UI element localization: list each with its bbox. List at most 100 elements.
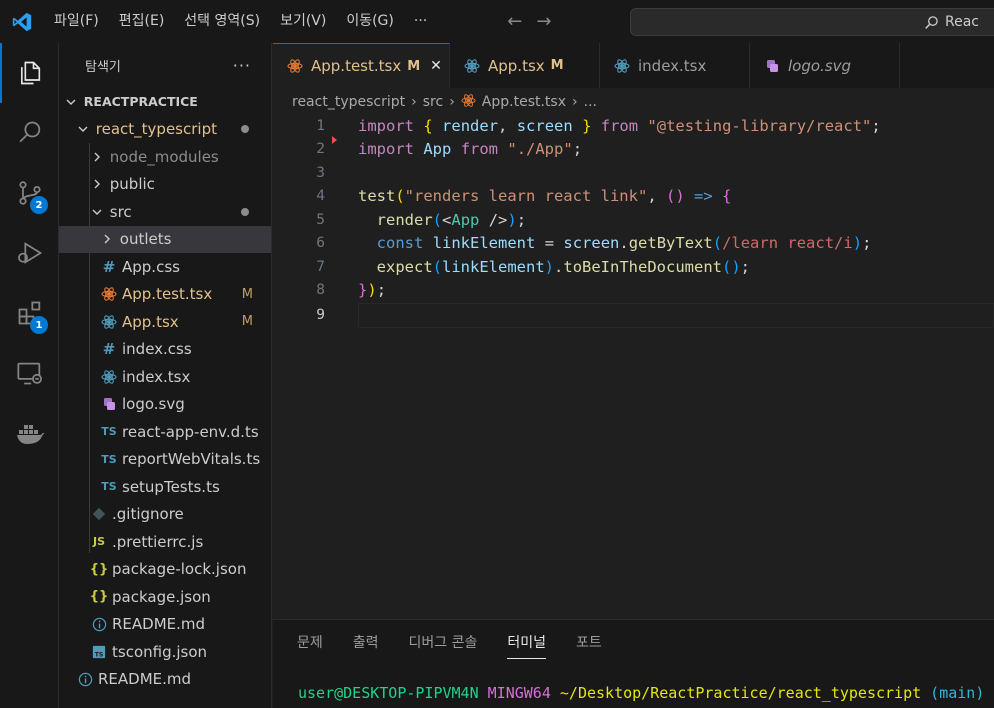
ts-icon: TS (101, 480, 117, 494)
run-debug-icon (17, 242, 42, 264)
tree-item-label: react-app-env.d.ts (122, 422, 259, 441)
terminal-branch: (main) (930, 684, 985, 702)
chevron-right-icon (89, 178, 105, 190)
tab-terminal[interactable]: 터미널 (507, 632, 547, 659)
tree-item-label: setupTests.ts (122, 477, 220, 496)
code-text: expect(linkElement).toBeInTheDocument(); (376, 257, 751, 276)
modified-badge: M (550, 58, 564, 73)
line-number: 6 (316, 235, 325, 252)
more-actions-icon[interactable]: ··· (233, 56, 251, 75)
close-icon[interactable]: ✕ (430, 58, 442, 74)
tree-item[interactable]: JS .prettierrc.js (59, 528, 271, 556)
tree-item[interactable]: TS setupTests.ts (59, 473, 271, 501)
menu-file[interactable]: 파일(F) (44, 0, 109, 43)
title-bar: 파일(F) 편집(E) 선택 영역(S) 보기(V) 이동(G) ··· ← →… (0, 0, 994, 43)
tree-item-label: reportWebVitals.ts (122, 450, 261, 469)
code-line: 6 const linkElement = screen.getByText(/… (273, 232, 994, 256)
tree-item[interactable]: TS react-app-env.d.ts (59, 418, 271, 446)
line-number: 1 (316, 117, 325, 134)
search-button[interactable] (0, 103, 59, 163)
menu-more[interactable]: ··· (404, 0, 437, 43)
terminal-shell: MINGW64 (487, 684, 551, 702)
tree-item[interactable]: {} package-lock.json (59, 556, 271, 584)
react-icon (614, 58, 630, 74)
tree-item[interactable]: REACTPRACTICE (59, 88, 271, 116)
tree-item[interactable]: index.tsx (59, 363, 271, 391)
terminal-prompt[interactable]: user@DESKTOP-PIPVM4N MINGW64 ~/Desktop/R… (298, 684, 984, 702)
tree-item[interactable]: App.test.tsx M (59, 281, 271, 309)
tree-item[interactable]: node_modules (59, 143, 271, 171)
docker-button[interactable] (0, 403, 59, 463)
react-icon (99, 369, 119, 385)
remote-explorer-icon (16, 362, 42, 385)
tree-item[interactable]: public (59, 171, 271, 199)
tree-item[interactable]: # App.css (59, 253, 271, 281)
chevron-right-icon: › (449, 94, 455, 110)
code-line: 1 import { render, screen } from "@testi… (273, 114, 994, 138)
terminal-user: user@DESKTOP-PIPVM4N (298, 684, 479, 702)
arrow-left-icon[interactable]: ← (507, 11, 522, 32)
tree-item[interactable]: README.md (59, 611, 271, 639)
remote-explorer-button[interactable] (0, 343, 59, 403)
tree-item[interactable]: TS tsconfig.json (59, 638, 271, 666)
js-icon: JS (92, 535, 105, 549)
tree-item[interactable]: .gitignore (59, 501, 271, 529)
breadcrumb-item[interactable]: App.test.tsx (482, 94, 566, 110)
source-control-button[interactable]: 2 (0, 163, 59, 223)
chevron-down-icon (89, 206, 105, 218)
tree-item[interactable]: {} package.json (59, 583, 271, 611)
tree-item[interactable]: # index.css (59, 336, 271, 364)
json-icon: {} (89, 561, 109, 577)
tab-output[interactable]: 출력 (353, 632, 379, 652)
tree-item[interactable]: outlets (59, 225, 271, 253)
arrow-right-icon[interactable]: → (536, 11, 551, 32)
tree-item[interactable]: README.md (59, 666, 271, 694)
git-icon (89, 507, 109, 521)
breadcrumb-item[interactable]: react_typescript (292, 94, 405, 110)
command-center-search[interactable]: Reac (630, 8, 994, 36)
menu-selection[interactable]: 선택 영역(S) (174, 0, 270, 43)
tree-item[interactable]: TS reportWebVitals.ts (59, 446, 271, 474)
extensions-button[interactable]: 1 (0, 283, 59, 343)
menu-bar: 파일(F) 편집(E) 선택 영역(S) 보기(V) 이동(G) ··· (44, 0, 437, 43)
chevron-down-icon (63, 96, 79, 108)
vscode-logo-icon[interactable] (0, 0, 44, 43)
explorer-header: 탐색기 ··· (59, 43, 271, 88)
tab-problems[interactable]: 문제 (297, 632, 323, 652)
tree-item[interactable]: react_typescript (59, 116, 271, 144)
menu-edit[interactable]: 편집(E) (109, 0, 175, 43)
tree-item-label: node_modules (109, 147, 219, 166)
tsconfig-icon: TS (89, 645, 109, 659)
tab-ports[interactable]: 포트 (576, 632, 602, 652)
breadcrumb-item[interactable]: src (423, 94, 443, 110)
code-line: 8 }); (273, 279, 994, 303)
react-test-icon (461, 93, 476, 112)
menu-view[interactable]: 보기(V) (270, 0, 336, 43)
explorer-button[interactable] (0, 43, 59, 103)
panel-tabs: 문제 출력 디버그 콘솔 터미널 포트 (273, 620, 994, 664)
run-debug-button[interactable] (0, 223, 59, 283)
tab-debug-console[interactable]: 디버그 콘솔 (409, 632, 478, 652)
editor-tabs: App.test.tsx M ✕ App.tsx Mindex.tsx logo.svg (273, 43, 994, 88)
line-number: 3 (316, 164, 325, 181)
tree-item-label: README.md (112, 615, 206, 634)
tree-item[interactable]: src (59, 198, 271, 226)
menu-go[interactable]: 이동(G) (336, 0, 404, 43)
code-editor[interactable]: 1 import { render, screen } from "@testi… (273, 114, 994, 619)
tree-item[interactable]: App.tsx M (59, 308, 271, 336)
tree-item-label: outlets (119, 230, 172, 249)
chevron-down-icon (75, 123, 91, 135)
tree-item-label: README.md (98, 670, 192, 689)
editor-tab[interactable]: index.tsx (600, 43, 750, 88)
react-icon (464, 58, 480, 74)
breadcrumb-item[interactable]: ... (584, 94, 597, 110)
tree-item-label: logo.svg (122, 395, 185, 414)
svg-text:TS: TS (95, 651, 104, 658)
editor-tab[interactable]: App.tsx M (450, 43, 600, 88)
tree-item-label: index.tsx (122, 367, 191, 386)
modified-badge: M (241, 286, 253, 302)
editor-tab[interactable]: App.test.tsx M ✕ (273, 43, 450, 88)
editor-tab[interactable]: logo.svg (750, 43, 900, 88)
css-icon: # (102, 257, 116, 276)
tree-item[interactable]: logo.svg (59, 391, 271, 419)
